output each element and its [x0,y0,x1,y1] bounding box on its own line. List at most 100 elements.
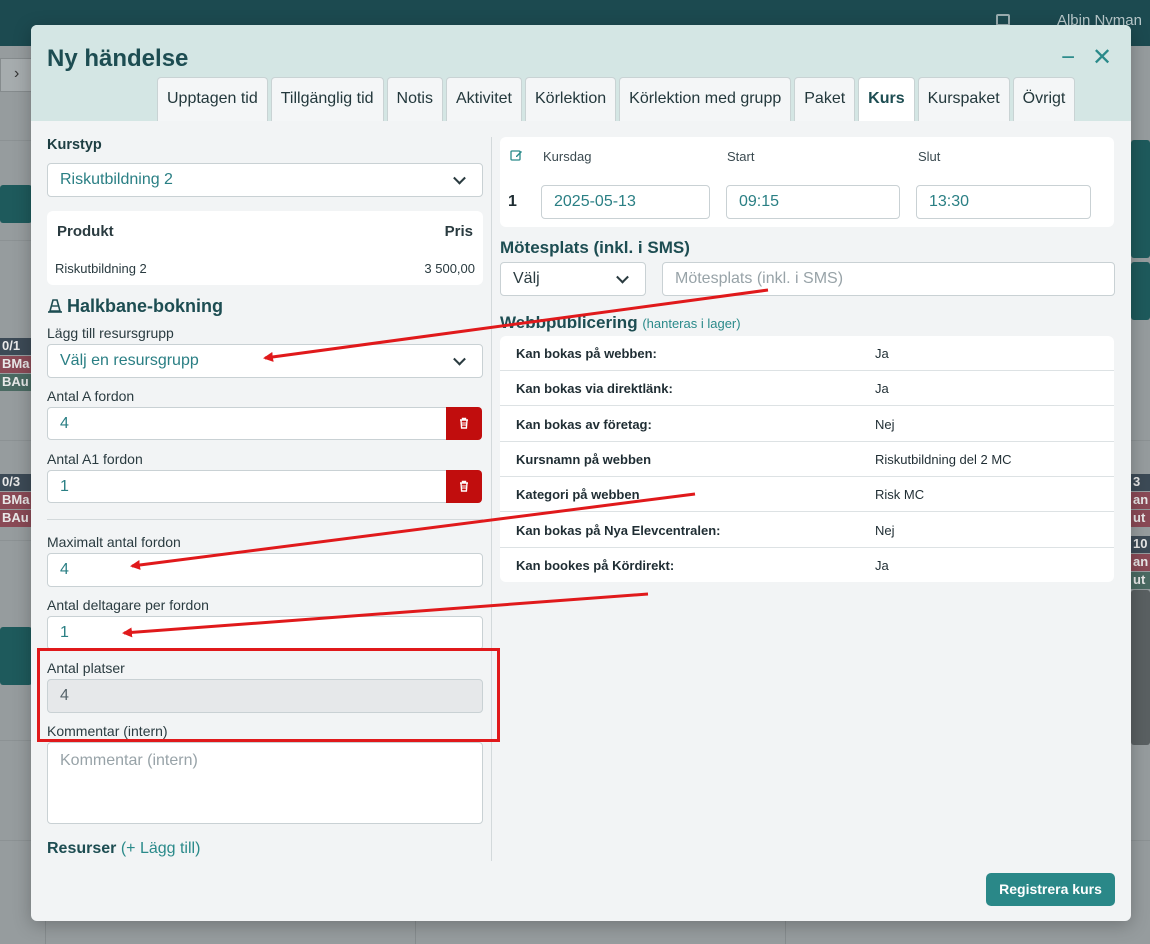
new-event-modal: Ny händelse − ✕ Upptagen tid Tillgänglig … [31,25,1131,921]
antal-a1-input[interactable]: 1 [47,470,447,503]
course-day-card: Kursdag Start Slut 1 2025-05-13 09:15 13… [500,137,1114,227]
modal-header: Ny händelse − ✕ Upptagen tid Tillgänglig … [31,25,1131,121]
webb-row: Kategori på webben Risk MC [500,477,1114,513]
tab-aktivitet[interactable]: Aktivitet [445,77,522,121]
motesplats-select[interactable]: Välj [500,262,646,296]
webb-row-key: Kan bookes på Kördirekt: [516,557,675,573]
product-price: 3 500,00 [424,261,475,276]
traffic-cone-icon [48,299,62,313]
modal-title: Ny händelse [47,45,189,72]
webb-row-key: Kursnamn på webben [516,451,652,467]
webb-row-value: Nej [875,416,895,432]
motesplats-select-value: Välj [513,270,540,287]
slut-time-value: 13:30 [929,193,970,210]
calendar-event[interactable] [0,185,32,223]
product-header: Produkt [57,223,114,240]
antal-a-value: 4 [60,414,69,432]
deltagare-label: Antal deltagare per fordon [47,597,209,613]
kommentar-textarea[interactable]: Kommentar (intern) [47,742,483,824]
calendar-event[interactable] [1131,590,1150,745]
minimize-icon[interactable]: − [1055,45,1081,71]
chevron-right-icon: › [14,65,20,82]
calendar-event[interactable] [0,627,32,685]
price-header: Pris [444,223,473,240]
webb-row: Kursnamn på webben Riskutbildning del 2 M… [500,442,1114,477]
edit-icon[interactable] [510,149,523,162]
add-resource-link[interactable]: (+ Lägg till) [121,840,201,857]
tab-körlektion[interactable]: Körlektion [525,77,617,121]
kursdag-value: 2025-05-13 [554,193,636,210]
trash-icon [460,417,468,429]
start-header: Start [727,149,755,164]
tab-paket[interactable]: Paket [794,77,856,121]
resursgrupp-select[interactable]: Välj en resursgrupp [47,344,483,378]
event-chip[interactable]: BMa [0,492,31,509]
webb-row-value: Ja [875,346,889,361]
tab-körlektion-med-grupp[interactable]: Körlektion med grupp [619,77,792,121]
event-chip[interactable]: BMa [0,356,31,373]
webb-row: Kan bokas via direktlänk: Ja [500,371,1114,407]
webbpublicering-note: (hanteras i lager) [642,316,741,331]
tab-notis[interactable]: Notis [386,77,443,121]
kurstyp-label: Kurstyp [47,137,102,153]
webbpublicering-heading: Webbpublicering (hanteras i lager) [500,313,741,333]
deltagare-value: 1 [60,624,69,641]
slut-header: Slut [918,149,941,164]
webb-row: Kan bokas av företag: Nej [500,407,1114,442]
antal-a1-label: Antal A1 fordon [47,451,143,467]
tab-övrigt[interactable]: Övrigt [1012,77,1076,121]
tab-kurs[interactable]: Kurs [858,77,915,121]
delete-antal-a1-button[interactable] [446,470,482,503]
antal-a1-value: 1 [60,477,69,495]
webb-row-value: Riskutbildning del 2 MC [875,451,1012,467]
section-divider [47,519,483,520]
close-icon[interactable]: ✕ [1089,45,1115,71]
event-chip[interactable]: 0/1 [0,338,31,355]
kurstyp-select[interactable]: Riskutbildning 2 [47,163,483,197]
resursgrupp-value: Välj en resursgrupp [60,352,199,369]
antal-a-label: Antal A fordon [47,388,135,404]
kursdag-header: Kursdag [543,149,592,164]
kurstyp-value: Riskutbildning 2 [60,171,173,188]
event-chip[interactable]: 0/3 [0,474,31,491]
calendar-event[interactable] [1131,262,1150,320]
day-number: 1 [508,193,517,210]
tab-kurspaket[interactable]: Kurspaket [917,77,1010,121]
delete-antal-a-button[interactable] [446,407,482,440]
resurser-label: Resurser [47,840,117,857]
registrera-kurs-button[interactable]: Registrera kurs [986,873,1115,906]
product-name: Riskutbildning 2 [55,261,147,276]
event-chip[interactable]: an [1131,554,1150,571]
kursdag-input[interactable]: 2025-05-13 [541,185,710,219]
webb-row-key: Kan bokas via direktlänk: [516,381,673,397]
calendar-event[interactable] [1131,140,1150,258]
tab-tillgänglig-tid[interactable]: Tillgänglig tid [270,77,384,121]
event-type-tabs: Upptagen tid Tillgänglig tid Notis Aktivite… [157,77,1076,121]
event-chip[interactable]: ut [1131,510,1150,527]
halkbane-section-title: Halkbane-bokning [47,296,223,317]
resurser-heading: Resurser (+ Lägg till) [47,840,200,858]
start-time-value: 09:15 [739,193,780,210]
product-table: Produkt Pris Riskutbildning 2 3 500,00 [47,211,483,285]
max-fordon-label: Maximalt antal fordon [47,534,181,550]
start-time-input[interactable]: 09:15 [726,185,900,219]
webb-row-value: Risk MC [875,487,925,503]
event-chip[interactable]: BAu [0,510,31,527]
calendar-next-button[interactable]: › [0,58,32,92]
event-chip[interactable]: an [1131,492,1150,509]
event-chip[interactable]: 3 [1131,474,1150,491]
antal-a-input[interactable]: 4 [47,407,447,440]
webb-row-key: Kan bokas av företag: [516,416,652,432]
resursgrupp-label: Lägg till resursgrupp [47,325,174,341]
motesplats-input[interactable]: Mötesplats (inkl. i SMS) [662,262,1115,296]
event-chip[interactable]: 10 [1131,536,1150,553]
kommentar-placeholder: Kommentar (intern) [60,752,198,769]
highlight-box [37,648,500,742]
slut-time-input[interactable]: 13:30 [916,185,1091,219]
event-chip[interactable]: ut [1131,572,1150,589]
column-divider [491,137,492,861]
max-fordon-input[interactable]: 4 [47,553,483,587]
tab-upptagen-tid[interactable]: Upptagen tid [157,77,268,121]
deltagare-input[interactable]: 1 [47,616,483,650]
event-chip[interactable]: BAu [0,374,31,391]
